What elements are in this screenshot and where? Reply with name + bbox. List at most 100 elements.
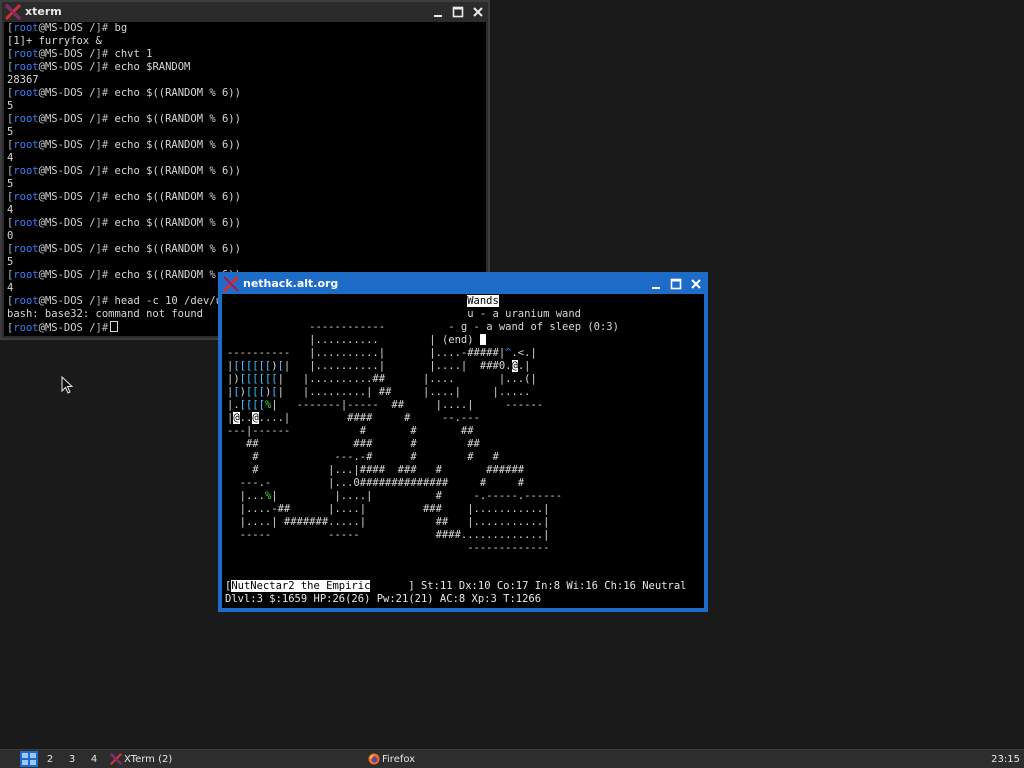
prompt-bracket: ]# xyxy=(95,113,109,125)
minimize-icon xyxy=(434,14,442,17)
prompt-user: root xyxy=(13,165,39,177)
prompt-host: @MS-DOS / xyxy=(38,139,96,151)
prompt-host: @MS-DOS / xyxy=(38,191,96,203)
terminal-line: 5 xyxy=(7,256,486,269)
nethack-terminal[interactable]: Wands u - a uranium wand ------------ - … xyxy=(222,294,704,608)
prompt-bracket: ]# xyxy=(95,165,109,177)
stats-line-1: St:11 Dx:10 Co:17 In:8 Wi:16 Ch:16 Neutr… xyxy=(420,580,687,592)
nethack-title: nethack.alt.org xyxy=(243,277,339,290)
close-icon xyxy=(473,6,483,17)
prompt-host: @MS-DOS / xyxy=(38,48,96,60)
prompt-user: root xyxy=(13,113,39,125)
prompt-user: root xyxy=(13,87,39,99)
menu-item-u[interactable]: u - a uranium wand xyxy=(467,308,581,320)
stats-line-2: Dlvl:3 $:1659 HP:26(26) Pw:21(21) AC:8 X… xyxy=(225,593,542,605)
command-text: echo $((RANDOM % 6)) xyxy=(108,139,241,151)
nethack-window[interactable]: nethack.alt.org Wands u - a uranium wand… xyxy=(218,272,708,612)
prompt-user: root xyxy=(13,22,39,34)
prompt-bracket: ]# xyxy=(95,269,109,281)
x-logo-icon xyxy=(223,275,239,292)
terminal-line: [root@MS-DOS /]# echo $((RANDOM % 6)) xyxy=(7,243,486,256)
maximize-button[interactable] xyxy=(448,3,468,20)
workspace-4[interactable]: 4 xyxy=(84,751,104,767)
prompt-host: @MS-DOS / xyxy=(38,217,96,229)
prompt-user: root xyxy=(13,322,39,334)
terminal-line: 5 xyxy=(7,126,486,139)
terminal-line: [root@MS-DOS /]# chvt 1 xyxy=(7,48,486,61)
prompt-user: root xyxy=(13,217,39,229)
player-name: NutNectar2 the Empiric xyxy=(231,580,371,592)
nethack-titlebar[interactable]: nethack.alt.org xyxy=(220,274,706,293)
output-text: bash: base32: command not found xyxy=(7,308,203,320)
prompt-bracket: ]# xyxy=(95,22,109,34)
prompt-user: root xyxy=(13,269,39,281)
terminal-line: 28367 xyxy=(7,74,486,87)
workspace-grid-icon xyxy=(22,753,36,765)
nethack-cursor xyxy=(479,334,486,345)
terminal-line: 4 xyxy=(7,152,486,165)
terminal-line: [root@MS-DOS /]# echo $((RANDOM % 6)) xyxy=(7,87,486,100)
prompt-bracket: ]# xyxy=(95,139,109,151)
prompt-bracket: ]# xyxy=(95,61,109,73)
prompt-host: @MS-DOS / xyxy=(38,113,96,125)
prompt-user: root xyxy=(13,61,39,73)
mouse-pointer-icon xyxy=(61,376,73,394)
clock: 23:15 xyxy=(991,753,1020,765)
menu-item-g[interactable]: g - a wand of sleep (0:3) xyxy=(461,321,619,333)
prompt-host: @MS-DOS / xyxy=(38,61,96,73)
x-logo-icon xyxy=(5,3,21,20)
command-text: chvt 1 xyxy=(108,48,153,60)
prompt-bracket: ]# xyxy=(95,191,109,203)
terminal-line: [root@MS-DOS /]# bg xyxy=(7,22,486,35)
command-text: bg xyxy=(108,22,128,34)
terminal-line: 5 xyxy=(7,100,486,113)
maximize-button[interactable] xyxy=(666,275,686,292)
firefox-icon xyxy=(368,753,380,765)
minimize-button[interactable] xyxy=(428,3,448,20)
terminal-line: 0 xyxy=(7,230,486,243)
prompt-host: @MS-DOS / xyxy=(38,269,96,281)
close-icon xyxy=(691,278,701,289)
task-xterm[interactable]: XTerm (2) xyxy=(106,751,364,767)
output-text: [1]+ furryfox & xyxy=(7,35,102,47)
prompt-user: root xyxy=(13,48,39,60)
prompt-bracket: ]# xyxy=(95,87,109,99)
status-lines: [NutNectar2 the Empiric ] St:11 Dx:10 Co… xyxy=(225,580,687,605)
terminal-line: [root@MS-DOS /]# echo $((RANDOM % 6)) xyxy=(7,191,486,204)
prompt-host: @MS-DOS / xyxy=(38,22,96,34)
terminal-line: [root@MS-DOS /]# echo $((RANDOM % 6)) xyxy=(7,113,486,126)
output-text: 5 xyxy=(7,256,14,268)
workspace-3[interactable]: 3 xyxy=(62,751,82,767)
prompt-bracket: ]# xyxy=(95,217,109,229)
terminal-cursor xyxy=(110,321,119,332)
prompt-bracket: ]# xyxy=(95,243,109,255)
xterm-title: xterm xyxy=(25,5,62,18)
close-button[interactable] xyxy=(686,275,706,292)
prompt-user: root xyxy=(13,243,39,255)
prompt-bracket: ]# xyxy=(95,322,109,334)
menu-end: (end) xyxy=(441,334,474,346)
prompt-bracket: ]# xyxy=(95,295,109,307)
output-text: 5 xyxy=(7,100,14,112)
prompt-user: root xyxy=(13,295,39,307)
workspace-1[interactable] xyxy=(20,751,38,767)
command-text: echo $((RANDOM % 6)) xyxy=(108,191,241,203)
output-text: 4 xyxy=(7,282,14,294)
terminal-line: [root@MS-DOS /]# echo $((RANDOM % 6)) xyxy=(7,165,486,178)
workspace-2[interactable]: 2 xyxy=(40,751,60,767)
prompt-host: @MS-DOS / xyxy=(38,165,96,177)
task-firefox[interactable]: Firefox xyxy=(364,751,932,767)
command-text: echo $((RANDOM % 6)) xyxy=(108,165,241,177)
task-label: XTerm (2) xyxy=(124,753,173,765)
taskbar: 2 3 4 XTerm (2) Firefox 23:15 xyxy=(0,749,1024,768)
xterm-titlebar[interactable]: xterm xyxy=(2,2,488,21)
prompt-user: root xyxy=(13,139,39,151)
command-text: echo $((RANDOM % 6)) xyxy=(108,87,241,99)
minimize-button[interactable] xyxy=(646,275,666,292)
command-text: echo $RANDOM xyxy=(108,61,191,73)
minimize-icon xyxy=(652,286,660,289)
menu-title: Wands xyxy=(467,295,499,307)
terminal-line: 4 xyxy=(7,204,486,217)
close-button[interactable] xyxy=(468,3,488,20)
output-text: 0 xyxy=(7,230,14,242)
